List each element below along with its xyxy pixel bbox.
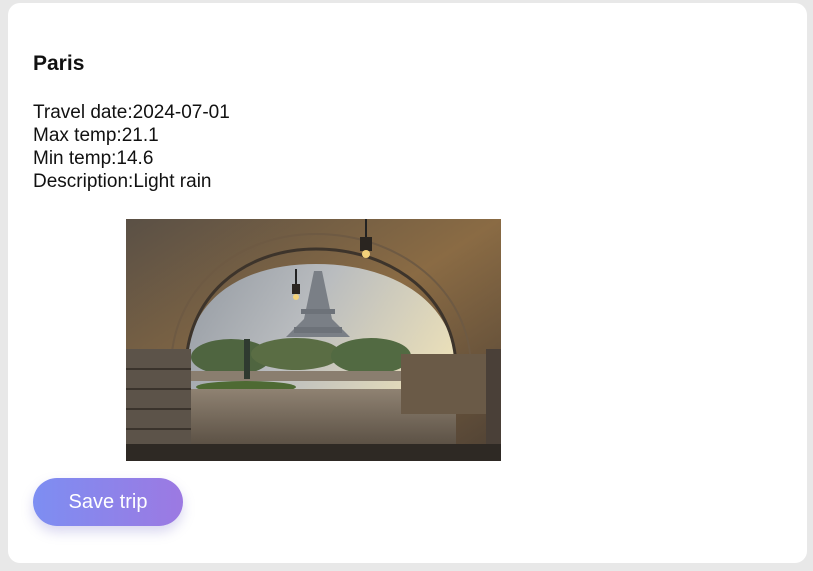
description-label: Description: [33,171,134,192]
max-temp-row: Max temp:21.1 [33,124,230,147]
description-value: Light rain [133,171,212,192]
min-temp-row: Min temp:14.6 [33,147,230,170]
travel-date-label: Travel date: [33,102,133,123]
trip-details: Travel date:2024-07-01 Max temp:21.1 Min… [33,101,230,193]
trip-card: Paris Travel date:2024-07-01 Max temp:21… [8,3,807,563]
description-row: Description:Light rain [33,170,230,193]
max-temp-value: 21.1 [121,125,159,146]
travel-date-value: 2024-07-01 [132,102,230,123]
min-temp-label: Min temp: [33,148,117,169]
save-trip-button[interactable]: Save trip [33,478,183,526]
min-temp-value: 14.6 [116,148,154,169]
destination-photo [126,219,501,461]
max-temp-label: Max temp: [33,125,122,146]
travel-date-row: Travel date:2024-07-01 [33,101,230,124]
city-title: Paris [33,52,85,75]
